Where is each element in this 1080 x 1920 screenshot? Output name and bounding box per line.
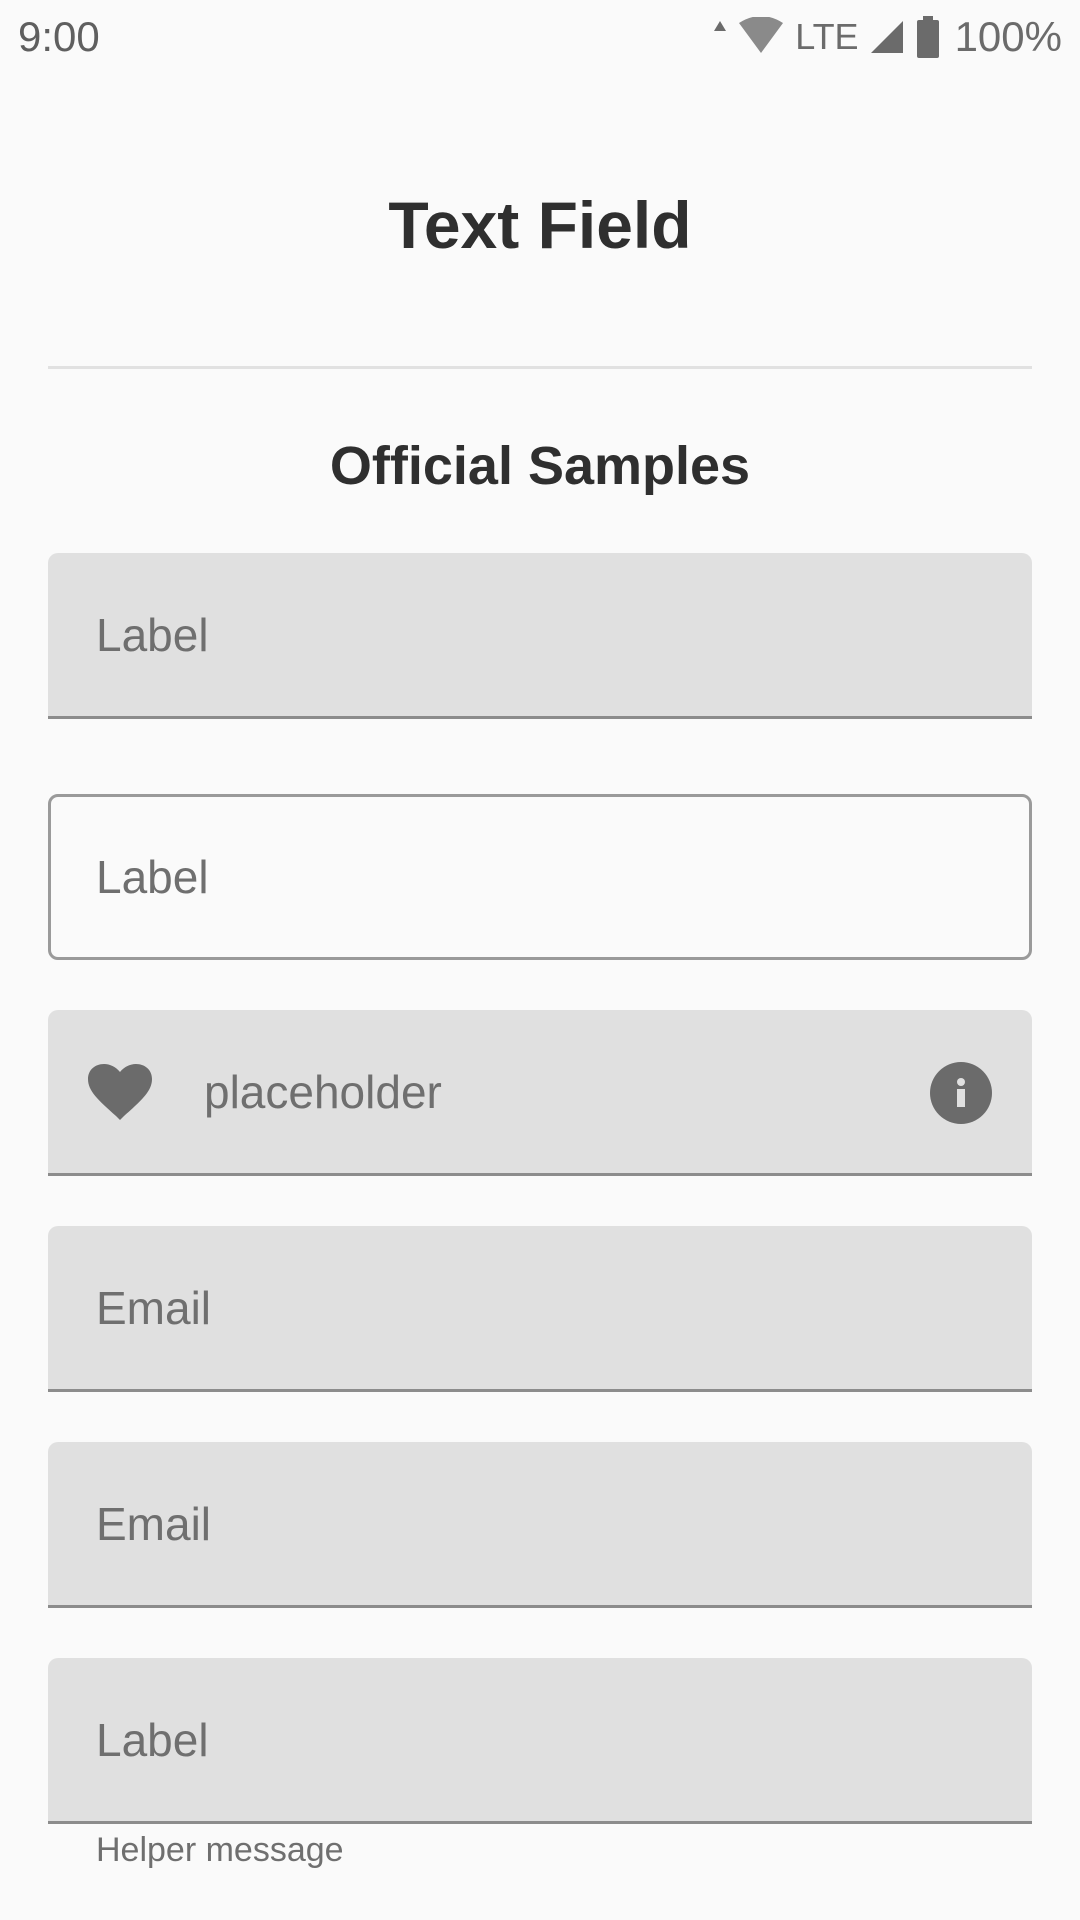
battery-icon [916, 16, 939, 58]
email-input[interactable] [48, 1226, 1032, 1389]
cell-signal-icon [870, 21, 903, 53]
info-icon[interactable] [930, 1062, 992, 1124]
network-type: LTE [795, 16, 859, 57]
heart-icon[interactable] [88, 1064, 152, 1122]
text-input[interactable] [204, 1010, 928, 1173]
page-title: Text Field [388, 188, 692, 262]
data-activity-icon [714, 21, 727, 31]
status-bar: 9:00 LTE 100% [0, 0, 1080, 74]
email-text-field[interactable]: Email [48, 1226, 1032, 1392]
status-time: 9:00 [18, 13, 100, 60]
wifi-icon [739, 17, 784, 53]
text-input[interactable] [51, 797, 1029, 957]
outlined-text-field[interactable]: Label [48, 794, 1032, 960]
section-title: Official Samples [329, 436, 751, 496]
status-icons: LTE 100% [713, 12, 1062, 62]
icon-text-field[interactable]: placeholder [48, 1010, 1032, 1176]
helper-message: Helper message [96, 1831, 344, 1869]
email-text-field[interactable]: Email [48, 1442, 1032, 1608]
battery-percentage: 100% [954, 13, 1062, 60]
info-glyph [957, 1078, 965, 1107]
helper-text-field[interactable]: Label [48, 1658, 1032, 1824]
filled-text-field[interactable]: Label [48, 553, 1032, 719]
screen: 9:00 LTE 100% Text Field Official Sample… [0, 0, 1080, 1920]
divider [48, 366, 1032, 369]
text-input[interactable] [48, 1658, 1032, 1821]
email-input[interactable] [48, 1442, 1032, 1605]
text-input[interactable] [48, 553, 1032, 716]
